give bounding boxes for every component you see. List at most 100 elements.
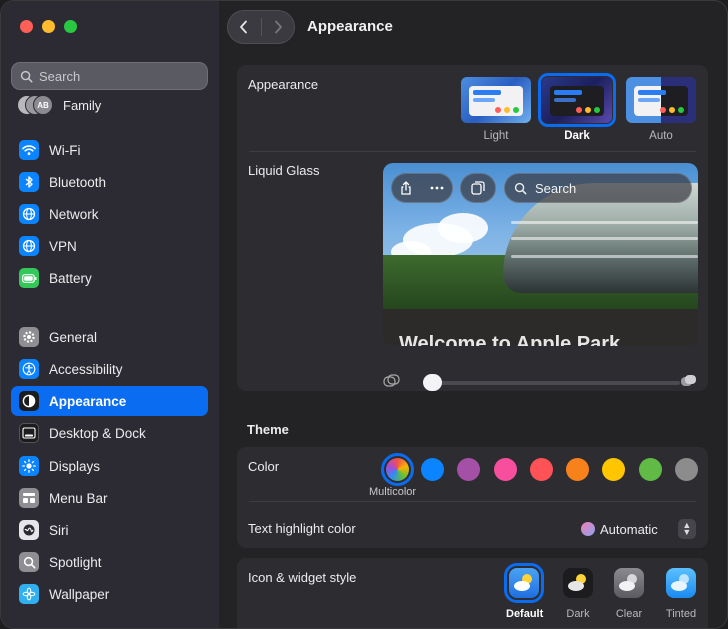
page-title: Appearance [307, 18, 393, 35]
preview-search-placeholder: Search [535, 180, 577, 196]
swatch-purple[interactable] [457, 458, 480, 481]
flower-icon [19, 584, 39, 604]
battery-icon [19, 268, 39, 288]
gear-icon [19, 327, 39, 347]
icon-style-tinted[interactable]: Tinted [663, 568, 699, 620]
chevron-left-icon [240, 20, 248, 34]
swatch-multicolor[interactable] [386, 458, 409, 481]
preview-tabs-button [460, 173, 496, 203]
sun-icon [19, 456, 39, 476]
sidebar-item-accessibility[interactable]: Accessibility [11, 354, 208, 384]
popup-stepper: ▲ ▼ [677, 519, 696, 539]
close-button[interactable] [20, 20, 33, 33]
family-avatars: AB [17, 95, 57, 115]
wifi-icon [19, 140, 39, 160]
swatch-graphite[interactable] [675, 458, 698, 481]
swatch-blue[interactable] [421, 458, 444, 481]
bluetooth-icon [19, 172, 39, 192]
sidebar-item-bluetooth[interactable]: Bluetooth [11, 167, 208, 197]
weather-icon [614, 568, 644, 598]
appearance-option-light[interactable]: Light [461, 77, 531, 142]
sidebar-item-battery[interactable]: Battery [11, 263, 208, 293]
main-content: Appearance Light Dark Auto Liquid Glass … [219, 53, 727, 628]
sidebar-item-general[interactable]: General [11, 322, 208, 352]
sidebar-item-label: Spotlight [49, 554, 102, 570]
minimize-button[interactable] [42, 20, 55, 33]
swatch-green[interactable] [639, 458, 662, 481]
accessibility-icon [19, 359, 39, 379]
sidebar-item-appearance[interactable]: Appearance [11, 386, 208, 416]
search-placeholder: Search [39, 68, 81, 84]
swatch-yellow[interactable] [602, 458, 625, 481]
menubar-icon [19, 488, 39, 508]
selected-color-caption: Multicolor [369, 486, 417, 498]
sidebar-item-label: Accessibility [49, 361, 123, 377]
appearance-card: Appearance Light Dark Auto Liquid Glass … [237, 65, 708, 391]
appearance-icon [19, 391, 39, 411]
separator [249, 501, 696, 502]
separator [249, 151, 696, 152]
icon-style-label: Tinted [665, 608, 697, 620]
search-input[interactable]: Search [11, 62, 208, 90]
sidebar-item-desktop-dock[interactable]: Desktop & Dock [11, 418, 208, 448]
search-icon [20, 70, 33, 82]
sidebar-item-label: Displays [49, 458, 101, 474]
liquid-glass-preview: Welcome to Apple Park Search [383, 163, 698, 346]
swatch-red[interactable] [530, 458, 553, 481]
sidebar-item-wallpaper[interactable]: Wallpaper [11, 579, 208, 609]
appearance-option-label: Light [483, 130, 509, 142]
appearance-option-label: Dark [564, 130, 590, 142]
preview-toolbar-group [391, 173, 453, 203]
icon-style-dark[interactable]: Dark [560, 568, 596, 620]
sidebar-item-family[interactable]: AB Family [17, 95, 101, 115]
appearance-option-dark[interactable]: Dark [538, 73, 616, 142]
sidebar-item-wifi[interactable]: Wi-Fi [11, 135, 208, 165]
sidebar-item-label: Family [63, 97, 102, 113]
appearance-label: Appearance [248, 77, 319, 92]
sidebar-item-siri[interactable]: Siri [11, 515, 208, 545]
sidebar-item-label: Wi-Fi [49, 142, 81, 158]
appearance-option-auto[interactable]: Auto [626, 77, 696, 142]
swatch-pink[interactable] [494, 458, 517, 481]
icon-style-label: Icon & widget style [248, 570, 357, 585]
sidebar-item-label: Desktop & Dock [49, 425, 146, 441]
sidebar-item-label: Siri [49, 522, 69, 538]
highlight-color-value: Automatic [600, 521, 658, 537]
icon-style-clear[interactable]: Clear [611, 568, 647, 620]
preview-headline: Welcome to Apple Park [399, 333, 621, 346]
globe-icon [19, 204, 39, 224]
icon-style-default[interactable]: Default [504, 563, 544, 620]
zoom-button[interactable] [64, 20, 77, 33]
sidebar-item-label: General [49, 329, 98, 345]
vpn-globe-icon [19, 236, 39, 256]
sidebar-item-network[interactable]: Network [11, 199, 208, 229]
more-icon [430, 186, 444, 190]
sidebar-item-label: Battery [49, 270, 92, 286]
highlight-color-dot [581, 522, 595, 536]
sidebar-item-displays[interactable]: Displays [11, 451, 208, 481]
clear-glass-icon [383, 374, 400, 387]
dark-theme-thumbnail [538, 73, 616, 127]
sidebar-item-vpn[interactable]: VPN [11, 231, 208, 261]
glass-slider-track[interactable] [425, 381, 680, 385]
sidebar-item-label: VPN [49, 238, 77, 254]
back-button[interactable] [227, 10, 261, 44]
highlight-label: Text highlight color [248, 521, 356, 536]
navigation-buttons [227, 10, 295, 44]
sidebar-item-menu-bar[interactable]: Menu Bar [11, 483, 208, 513]
sidebar: Search AB Family Wi-Fi Bluetooth Network… [1, 1, 219, 628]
highlight-color-popup[interactable]: Automatic ▲ ▼ [581, 519, 696, 539]
color-label: Color [248, 459, 280, 474]
icon-style-label: Clear [615, 608, 643, 620]
light-theme-thumbnail [461, 77, 531, 123]
forward-button[interactable] [261, 10, 295, 44]
weather-icon [563, 568, 593, 598]
preview-search-field: Search [504, 173, 692, 203]
auto-theme-thumbnail [626, 77, 696, 123]
glass-slider-knob[interactable] [423, 374, 442, 391]
swatch-orange[interactable] [566, 458, 589, 481]
dock-icon [19, 423, 39, 443]
settings-window: Search AB Family Wi-Fi Bluetooth Network… [0, 0, 728, 629]
sidebar-item-spotlight[interactable]: Spotlight [11, 547, 208, 577]
sidebar-item-label: Wallpaper [49, 586, 110, 602]
